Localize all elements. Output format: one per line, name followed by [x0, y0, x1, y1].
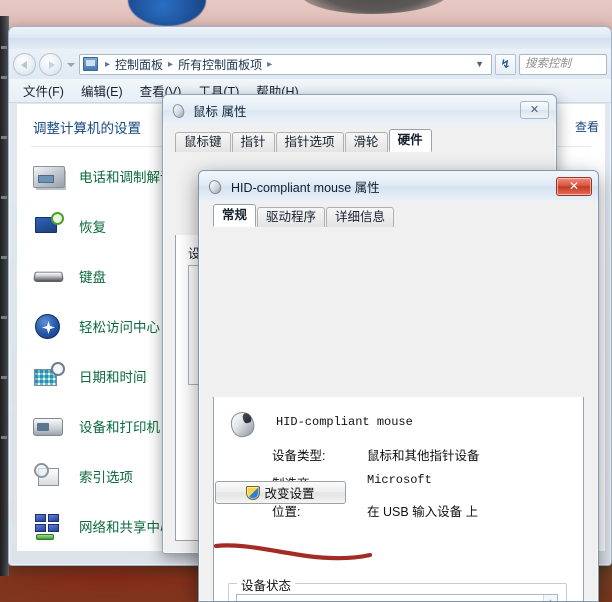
manufacturer-value: Microsoft	[367, 473, 432, 487]
sidebar-item-label: 网络和共享中心	[79, 520, 174, 535]
tab-driver[interactable]: 驱动程序	[257, 207, 326, 227]
desktop-blue-orb	[128, 0, 206, 26]
hid-dialog-title: HID-compliant mouse 属性	[231, 180, 380, 195]
mouse-dialog-title: 鼠标 属性	[193, 104, 247, 119]
ease-of-access-icon	[33, 311, 65, 341]
mouse-dialog-titlebar[interactable]: 鼠标 属性 ✕	[163, 95, 556, 125]
tab-pointer-options[interactable]: 指针选项	[275, 132, 344, 152]
indexing-options-icon	[33, 461, 65, 491]
tab-pointers[interactable]: 指针	[231, 132, 275, 152]
view-by-label[interactable]: 查看	[575, 118, 599, 135]
device-header: HID-compliant mouse	[214, 397, 583, 436]
network-sharing-icon	[33, 511, 65, 541]
sidebar-item-label: 日期和时间	[79, 370, 147, 385]
sidebar-item-label: 索引选项	[79, 470, 133, 485]
scroll-up-icon[interactable]: ▲	[544, 595, 557, 601]
breadcrumb-control-panel[interactable]: 控制面板	[114, 56, 164, 73]
mouse-device-icon	[228, 410, 264, 436]
breadcrumb-separator-icon: ▸	[267, 58, 273, 70]
date-time-icon	[33, 361, 65, 391]
tab-details[interactable]: 详细信息	[326, 207, 395, 227]
recovery-icon	[33, 211, 65, 241]
search-input[interactable]: 搜索控制	[519, 53, 607, 75]
device-type-label: 设备类型:	[272, 449, 326, 463]
control-panel-toolbar: ▸ 控制面板 ▸ 所有控制面板项 ▸ ▼ ↯ 搜索控制	[9, 49, 611, 79]
address-dropdown-icon[interactable]: ▼	[470, 59, 489, 69]
breadcrumb-separator-icon: ▸	[168, 58, 174, 70]
tab-hardware[interactable]: 硬件	[388, 129, 432, 152]
refresh-icon[interactable]: ↯	[495, 53, 516, 75]
tab-buttons[interactable]: 鼠标键	[175, 132, 231, 152]
device-type-value: 鼠标和其他指针设备	[367, 449, 480, 463]
location-value: 在 USB 输入设备 上	[367, 505, 479, 519]
device-status-legend: 设备状态	[237, 575, 296, 594]
device-name: HID-compliant mouse	[276, 415, 413, 429]
status-scrollbar[interactable]: ▲ ▼	[543, 595, 557, 601]
desktop-dark-blob	[300, 0, 450, 14]
menu-item-file[interactable]: 文件(F)	[23, 81, 64, 100]
sidebar-item-label: 恢复	[79, 220, 106, 235]
change-settings-label: 改变设置	[264, 487, 315, 501]
device-status-text: 这个设备运转正常。	[237, 595, 543, 601]
control-panel-titlebar[interactable]	[9, 27, 611, 49]
control-panel-icon	[83, 57, 98, 71]
red-annotation-underline	[213, 543, 373, 561]
shield-icon	[246, 485, 261, 500]
forward-button[interactable]	[39, 52, 62, 76]
mouse-dialog-tabstrip: 鼠标键 指针 指针选项 滑轮 硬件	[163, 129, 556, 152]
mouse-icon	[171, 103, 187, 117]
device-status-group: 设备状态 这个设备运转正常。 ▲ ▼	[228, 575, 567, 601]
device-type-row: 设备类型: 鼠标和其他指针设备	[214, 445, 583, 464]
mouse-icon	[207, 179, 224, 193]
tab-wheel[interactable]: 滑轮	[344, 132, 388, 152]
sidebar-item-label: 轻松访问中心	[79, 320, 160, 335]
change-settings-button[interactable]: 改变设置	[215, 481, 346, 504]
sidebar-item-label: 键盘	[79, 270, 106, 285]
devices-printers-icon	[33, 411, 65, 441]
menu-item-edit[interactable]: 编辑(E)	[81, 81, 123, 100]
hid-dialog-titlebar[interactable]: HID-compliant mouse 属性 ✕	[199, 171, 598, 201]
device-status-box[interactable]: 这个设备运转正常。 ▲ ▼	[236, 594, 558, 601]
breadcrumb-all-items[interactable]: 所有控制面板项	[177, 56, 263, 73]
hid-dialog-tabstrip: 常规 驱动程序 详细信息	[199, 204, 598, 227]
back-button[interactable]	[13, 52, 36, 76]
recent-pages-chevron-icon[interactable]	[65, 54, 76, 74]
sidebar-item-label: 设备和打印机	[79, 420, 160, 435]
address-bar[interactable]: ▸ 控制面板 ▸ 所有控制面板项 ▸ ▼	[79, 53, 492, 75]
breadcrumb-separator-icon: ▸	[105, 58, 111, 70]
keyboard-icon	[32, 261, 65, 291]
close-icon[interactable]: ✕	[520, 101, 549, 119]
modem-icon	[33, 161, 65, 191]
tab-general[interactable]: 常规	[213, 204, 257, 227]
close-icon[interactable]: ✕	[556, 176, 592, 196]
